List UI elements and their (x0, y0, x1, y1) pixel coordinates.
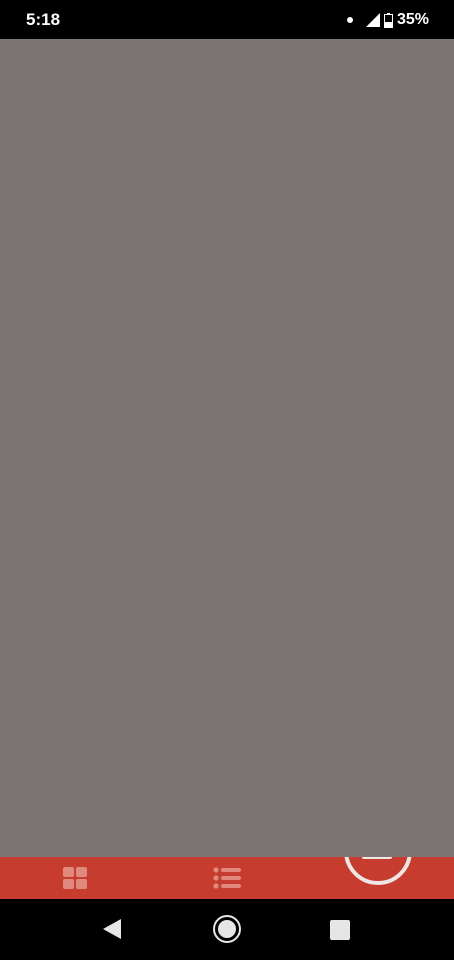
notification-dot-icon (346, 17, 353, 23)
back-icon[interactable] (100, 917, 124, 941)
recents-icon[interactable] (330, 920, 350, 940)
signal-icon (365, 13, 380, 27)
list-tab[interactable] (211, 857, 243, 899)
status-bar: 5:18 35% (0, 0, 454, 39)
system-navigation-bar (0, 899, 454, 960)
screen: 5:18 35% (0, 0, 454, 960)
status-icons: 35% (346, 9, 429, 31)
battery-percent: 35% (396, 11, 429, 28)
home-icon[interactable] (212, 914, 242, 944)
bottom-navigation-bar (0, 857, 454, 899)
fab-button[interactable] (344, 857, 412, 885)
fab-button-icon (362, 857, 392, 859)
battery-icon (383, 12, 393, 28)
list-icon (213, 867, 241, 889)
status-time: 5:18 (26, 10, 61, 29)
dashboard-tab[interactable] (61, 857, 89, 899)
modal-scrim-overlay[interactable] (0, 39, 454, 857)
dashboard-grid-icon (63, 867, 87, 889)
